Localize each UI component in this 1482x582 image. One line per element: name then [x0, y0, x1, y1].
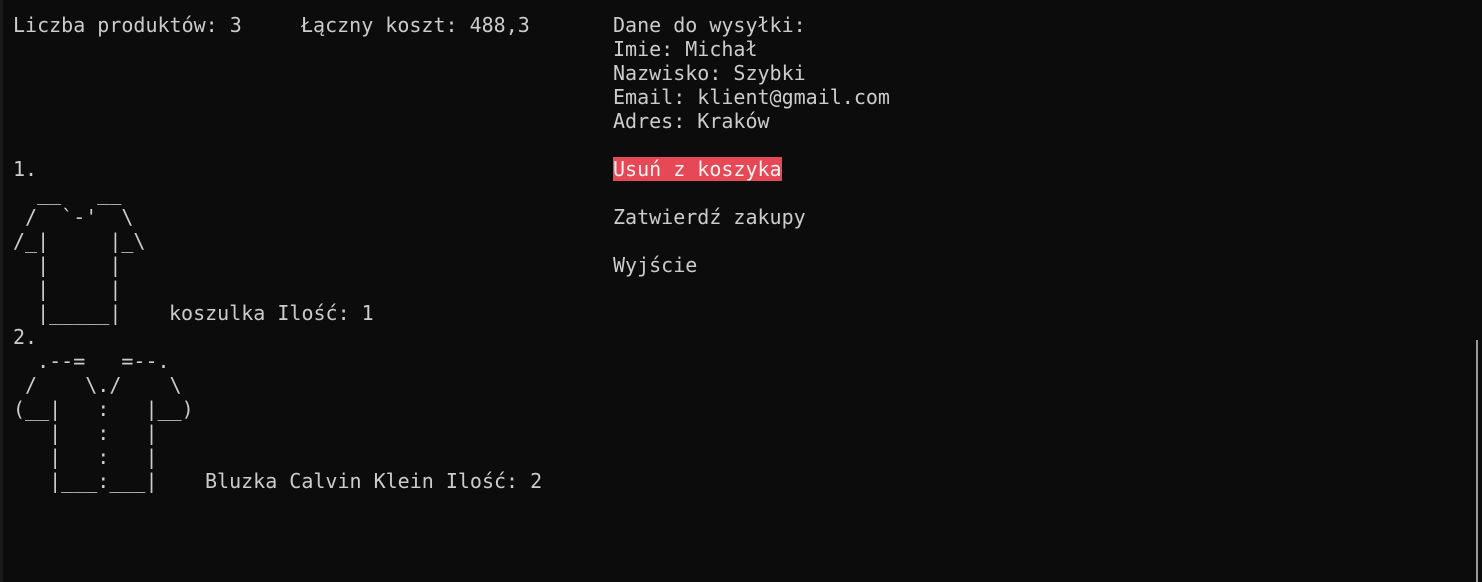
shipping-header: Dane do wysyłki: [613, 13, 806, 37]
product-2-number: 2. [13, 325, 38, 349]
shipping-email: Email: klient@gmail.com [613, 85, 890, 109]
scrollbar-thumb[interactable] [1476, 340, 1478, 582]
product-2-name-qty: Bluzka Calvin Klein Ilość: 2 [205, 469, 543, 493]
product-1-name-qty: koszulka Ilość: 1 [169, 301, 374, 325]
product-count: Liczba produktów: 3 [13, 13, 242, 37]
window-border [0, 0, 3, 582]
product-1-number: 1. [13, 157, 38, 181]
shipping-last-name: Nazwisko: Szybki [613, 61, 806, 85]
menu-item-confirm-purchase[interactable]: Zatwierdź zakupy [613, 205, 806, 229]
shipping-first-name: Imie: Michał [613, 37, 758, 61]
menu-item-remove-from-cart[interactable]: Usuń z koszyka [613, 157, 782, 181]
total-cost: Łączny koszt: 488,3 [301, 13, 530, 37]
product-2-blouse-art: .--= =--. / \./ \ (__| : |__) | : | | : … [13, 349, 194, 493]
menu-item-exit[interactable]: Wyjście [613, 253, 697, 277]
shipping-address: Adres: Kraków [613, 109, 770, 133]
product-1-tshirt-art: __ __ / `-' \ /_| |_\ | | | | |_____| [13, 181, 146, 325]
